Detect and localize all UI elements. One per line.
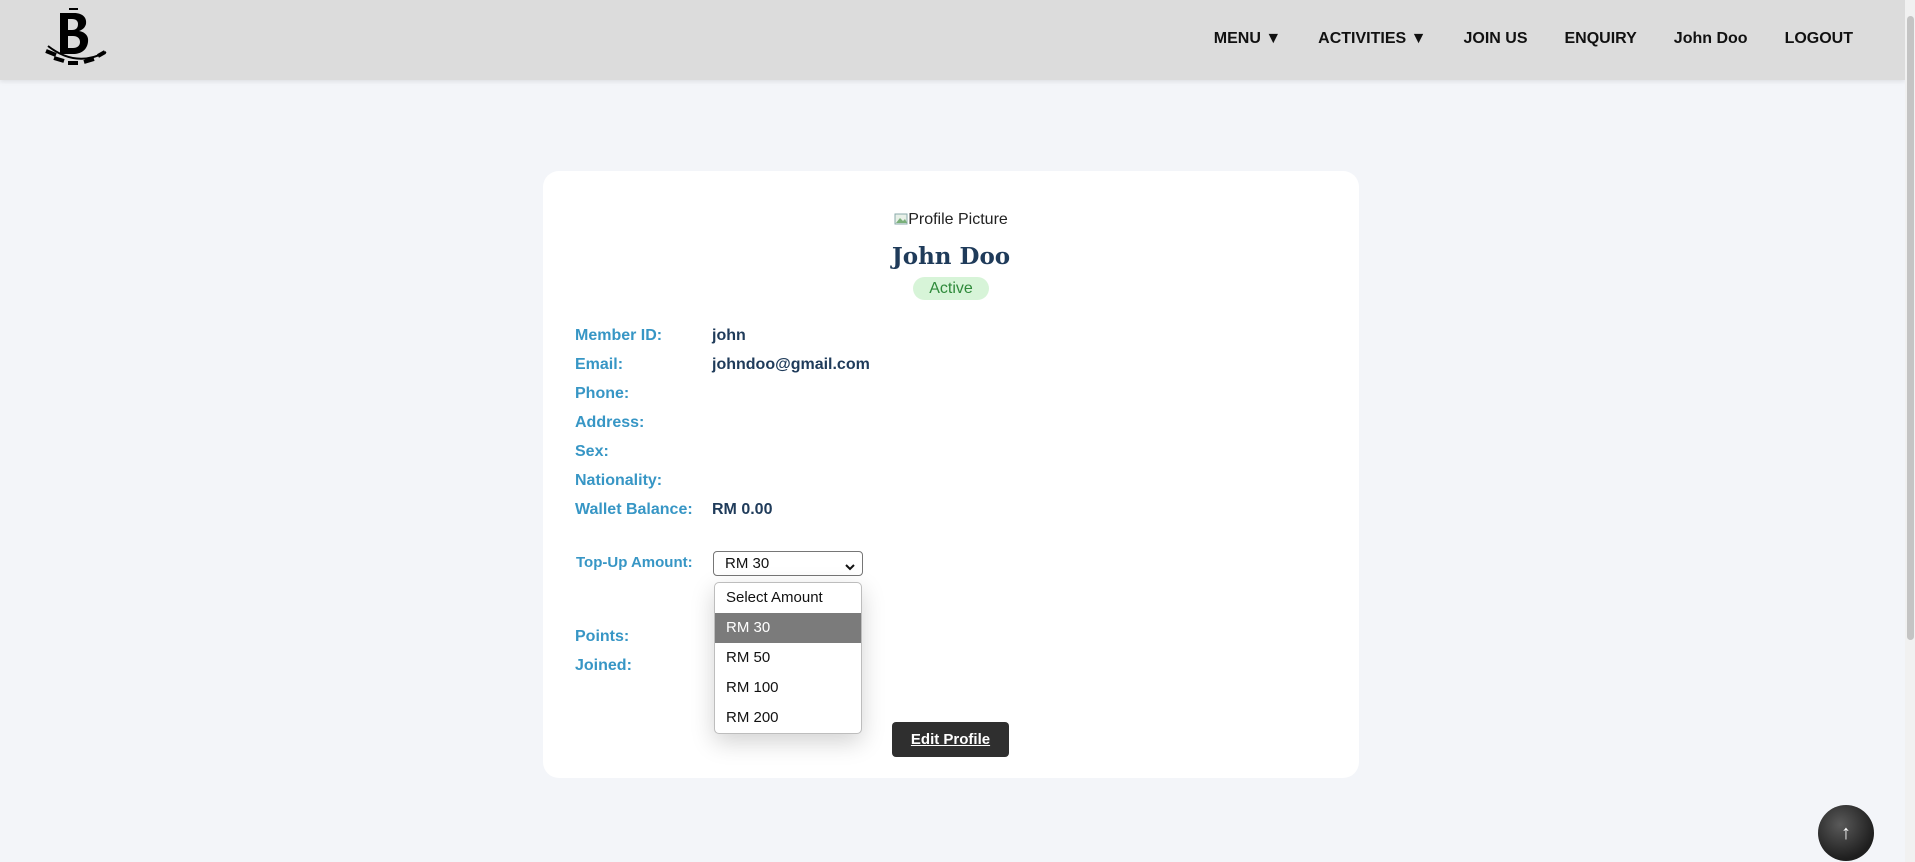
nav-activities-dropdown[interactable]: ACTIVITIES ▼ <box>1318 30 1426 48</box>
top-navbar: MENU ▼ ACTIVITIES ▼ JOIN US ENQUIRY John… <box>0 0 1905 80</box>
profile-picture-alt-text: Profile Picture <box>908 211 1008 228</box>
nav-menu-dropdown[interactable]: MENU ▼ <box>1214 30 1281 48</box>
broken-image-icon <box>894 212 908 226</box>
edit-profile-button[interactable]: Edit Profile <box>892 722 1009 757</box>
topup-option-rm200[interactable]: RM 200 <box>715 703 861 733</box>
scrollbar-thumb[interactable] <box>1907 16 1914 640</box>
profile-name: John Doo <box>891 243 1011 270</box>
points-label: Points: <box>575 628 630 645</box>
phone-label: Phone: <box>575 385 630 402</box>
wallet-balance-label: Wallet Balance: <box>575 501 693 518</box>
topup-option-rm50[interactable]: RM 50 <box>715 643 861 673</box>
topup-amount-dropdown: Select Amount RM 30 RM 50 RM 100 RM 200 <box>714 582 862 734</box>
main-nav: MENU ▼ ACTIVITIES ▼ JOIN US ENQUIRY John… <box>1177 0 1853 78</box>
profile-picture: Profile Picture <box>543 211 1359 229</box>
profile-card: Profile Picture John Doo Active Member I… <box>543 171 1359 778</box>
status-badge: Active <box>913 277 989 300</box>
address-label: Address: <box>575 414 645 431</box>
chevron-down-icon <box>844 557 856 571</box>
sex-label: Sex: <box>575 443 609 460</box>
email-label: Email: <box>575 356 624 373</box>
nav-join-us[interactable]: JOIN US <box>1463 30 1527 48</box>
nav-logout[interactable]: LOGOUT <box>1785 30 1853 48</box>
member-id-label: Member ID: <box>575 327 663 344</box>
nationality-label: Nationality: <box>575 472 663 489</box>
email-value: johndoo@gmail.com <box>712 356 870 373</box>
topup-option-rm30[interactable]: RM 30 <box>715 613 861 643</box>
joined-label: Joined: <box>575 657 632 674</box>
scroll-to-top-button[interactable]: ↑ <box>1818 805 1874 861</box>
nav-enquiry[interactable]: ENQUIRY <box>1564 30 1636 48</box>
topup-option-placeholder[interactable]: Select Amount <box>715 583 861 613</box>
nav-user-name[interactable]: John Doo <box>1674 30 1748 48</box>
wallet-balance-value: RM 0.00 <box>712 501 773 518</box>
page-scrollbar[interactable] <box>1905 0 1915 862</box>
topup-amount-select[interactable]: RM 30 <box>713 551 863 576</box>
brew-and-go-logo[interactable] <box>42 6 110 70</box>
arrow-up-icon: ↑ <box>1841 822 1851 844</box>
topup-amount-label: Top-Up Amount: <box>576 554 693 571</box>
member-id-value: john <box>712 327 746 344</box>
topup-selected-value: RM 30 <box>725 555 770 572</box>
topup-option-rm100[interactable]: RM 100 <box>715 673 861 703</box>
